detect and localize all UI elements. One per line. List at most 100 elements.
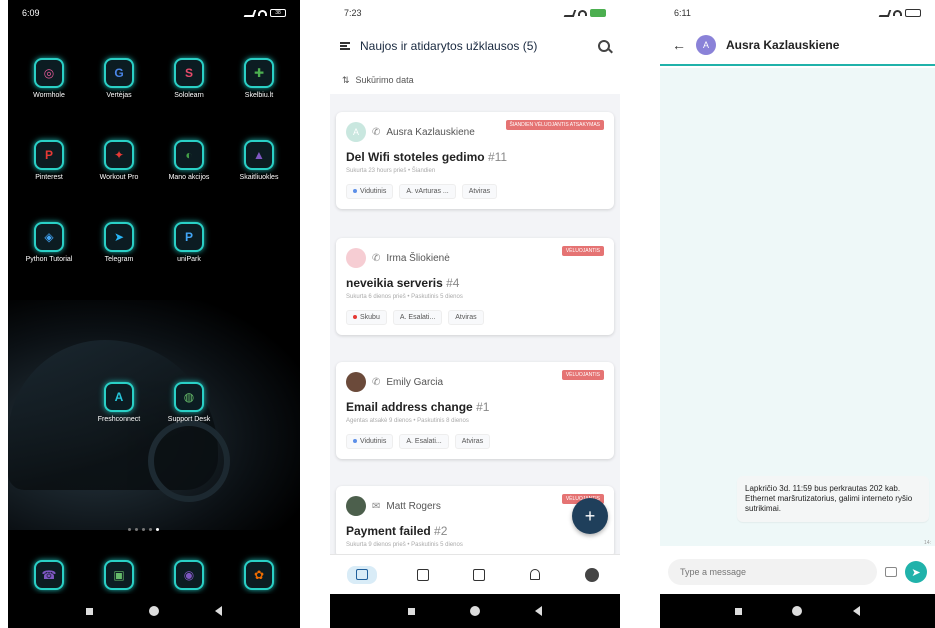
app-icon[interactable]: S Sololearn bbox=[156, 58, 222, 100]
ticket-chip[interactable]: A. Esalati... bbox=[392, 310, 443, 325]
ticket-chip[interactable]: Vidutinis bbox=[346, 184, 394, 199]
app-glyph-icon: S bbox=[174, 58, 204, 88]
dock-glyph-icon: ▣ bbox=[104, 560, 134, 590]
contacts-icon bbox=[416, 568, 429, 581]
app-glyph-icon: A bbox=[104, 382, 134, 412]
wifi-icon bbox=[578, 10, 587, 16]
chat-screen: 6:11 ← A Ausra Kazlauskiene Lapkričio 3d… bbox=[660, 0, 935, 628]
chip-label: Atviras bbox=[468, 188, 491, 195]
ticket-meta: Sukurta 6 dienos prieš • Paskutinis 5 di… bbox=[346, 294, 463, 300]
recents-button[interactable] bbox=[407, 607, 415, 615]
nav-tickets[interactable] bbox=[347, 565, 378, 584]
attach-image-icon[interactable] bbox=[885, 567, 897, 577]
app-glyph-icon: ◎ bbox=[34, 58, 64, 88]
battery-icon bbox=[590, 9, 606, 17]
send-button[interactable]: ➤ bbox=[905, 561, 927, 583]
chip-label: A. Esalati... bbox=[406, 438, 442, 445]
ticket-chip[interactable]: Atviras bbox=[448, 310, 484, 325]
ticket-title: Email address change #1 bbox=[346, 400, 604, 414]
dock-app-icon[interactable]: ✿ bbox=[226, 560, 292, 594]
status-icons: 38 bbox=[243, 9, 286, 17]
requester-name: Ausra Kazlauskiene bbox=[386, 126, 475, 138]
chip-label: A. vArturas ... bbox=[406, 188, 449, 195]
app-glyph-icon: ✦ bbox=[104, 140, 134, 170]
requester-name: Irma Šliokienė bbox=[386, 252, 450, 264]
dock-app-icon[interactable]: ◉ bbox=[156, 560, 222, 594]
chip-label: Vidutinis bbox=[360, 188, 387, 195]
app-icon[interactable]: ◈ Python Tutorial bbox=[16, 222, 82, 264]
ticket-chip[interactable]: A. Esalati... bbox=[399, 434, 449, 449]
back-arrow-icon[interactable]: ← bbox=[672, 37, 686, 53]
requester-name: Matt Rogers bbox=[386, 500, 441, 512]
back-button[interactable] bbox=[215, 606, 222, 616]
overdue-badge: VĖLUOJANTIS bbox=[561, 246, 604, 256]
requester-avatar: A bbox=[346, 122, 366, 142]
status-bar: 6:09 38 bbox=[8, 0, 300, 26]
back-button[interactable] bbox=[535, 606, 543, 616]
ticket-number: #1 bbox=[476, 400, 490, 414]
ticket-card[interactable]: ✆ Emily Garcia VĖLUOJANTIS Email address ch… bbox=[336, 362, 614, 459]
app-glyph-icon: G bbox=[104, 58, 134, 88]
app-label: Workout Pro bbox=[99, 174, 139, 181]
sort-label: Sukūrimo data bbox=[355, 75, 414, 85]
ticket-chip[interactable]: Skubu bbox=[346, 310, 387, 325]
chip-label: Vidutinis bbox=[360, 438, 387, 445]
ticket-card[interactable]: A ✆ Ausra Kazlauskiene ŠIANDIEN VĖLUOJANTIS… bbox=[336, 112, 614, 209]
app-icon[interactable]: ✚ Skelbiu.lt bbox=[226, 58, 292, 100]
ticket-chip[interactable]: Vidutinis bbox=[346, 434, 394, 449]
sort-row[interactable]: ⇅ Sukūrimo data bbox=[330, 66, 620, 94]
nav-reports[interactable] bbox=[468, 566, 490, 584]
app-label: Support Desk bbox=[167, 416, 211, 423]
recents-button[interactable] bbox=[735, 607, 743, 615]
ticket-number: #4 bbox=[446, 276, 460, 290]
priority-dot bbox=[353, 315, 357, 319]
app-icon[interactable]: PuniPark bbox=[156, 222, 222, 264]
requester-avatar bbox=[346, 372, 366, 392]
search-icon[interactable] bbox=[598, 40, 610, 52]
ticket-chip[interactable]: A. vArturas ... bbox=[399, 184, 456, 199]
nav-profile[interactable] bbox=[581, 566, 603, 584]
back-button[interactable] bbox=[852, 606, 860, 616]
ticket-chip[interactable]: Atviras bbox=[454, 434, 491, 449]
status-icons bbox=[878, 9, 921, 17]
bell-icon bbox=[530, 569, 541, 580]
ticket-chips: Vidutinis A. Esalati... Atviras bbox=[346, 434, 604, 449]
app-icon[interactable]: ◐ Mano akcijos bbox=[156, 140, 222, 182]
home-button[interactable] bbox=[469, 606, 480, 616]
home-button[interactable] bbox=[792, 606, 803, 616]
phone-icon: ✆ bbox=[372, 126, 381, 138]
phone-icon: ✆ bbox=[372, 252, 381, 264]
overdue-badge: ŠIANDIEN VĖLUOJANTIS ATSAKYMAS bbox=[505, 120, 604, 130]
dock-app-icon[interactable]: ☎ bbox=[16, 560, 82, 594]
dock-app-icon[interactable]: ▣ bbox=[86, 560, 152, 594]
tickets-icon bbox=[356, 569, 369, 580]
app-label: Pinterest bbox=[35, 174, 63, 181]
tickets-screen: 7:23 Naujos ir atidarytos užklausos (5) … bbox=[330, 0, 620, 628]
contact-name: Ausra Kazlauskiene bbox=[726, 38, 840, 52]
app-glyph-icon: ➤ bbox=[104, 222, 134, 252]
app-glyph-icon: P bbox=[174, 222, 204, 252]
ticket-title: Del Wifi stoteles gedimo #11 bbox=[346, 150, 604, 164]
app-icon[interactable]: A Freshconnect bbox=[86, 382, 152, 424]
recents-button[interactable] bbox=[86, 607, 93, 615]
app-icon[interactable]: P Pinterest bbox=[16, 140, 82, 182]
nav-notifications[interactable] bbox=[524, 566, 546, 584]
app-icon[interactable]: ▲ Skaitliuokles bbox=[226, 140, 292, 182]
app-icon[interactable]: ◍ Support Desk bbox=[156, 382, 222, 424]
reports-icon bbox=[472, 568, 485, 581]
ticket-chips: Vidutinis A. vArturas ... Atviras bbox=[346, 184, 604, 199]
ticket-meta: Sukurta 9 dienos prieš • Paskutinis 5 di… bbox=[346, 542, 463, 548]
app-icon[interactable]: G Vertėjas bbox=[86, 58, 152, 100]
menu-icon[interactable] bbox=[340, 42, 350, 50]
app-icon[interactable]: ✦ Workout Pro bbox=[86, 140, 152, 182]
ticket-card[interactable]: ✆ Irma Šliokienė VĖLUOJANTIS neveikia serve… bbox=[336, 238, 614, 335]
home-button[interactable] bbox=[149, 606, 159, 616]
status-bar: 6:11 bbox=[660, 0, 935, 26]
nav-contacts[interactable] bbox=[412, 566, 434, 584]
message-input[interactable] bbox=[668, 559, 877, 585]
ticket-title: neveikia serveris #4 bbox=[346, 276, 604, 290]
app-icon[interactable]: ➤ Telegram bbox=[86, 222, 152, 264]
add-ticket-button[interactable]: + bbox=[572, 498, 608, 534]
app-icon[interactable]: ◎ Wormhole bbox=[16, 58, 82, 100]
ticket-chip[interactable]: Atviras bbox=[461, 184, 498, 199]
